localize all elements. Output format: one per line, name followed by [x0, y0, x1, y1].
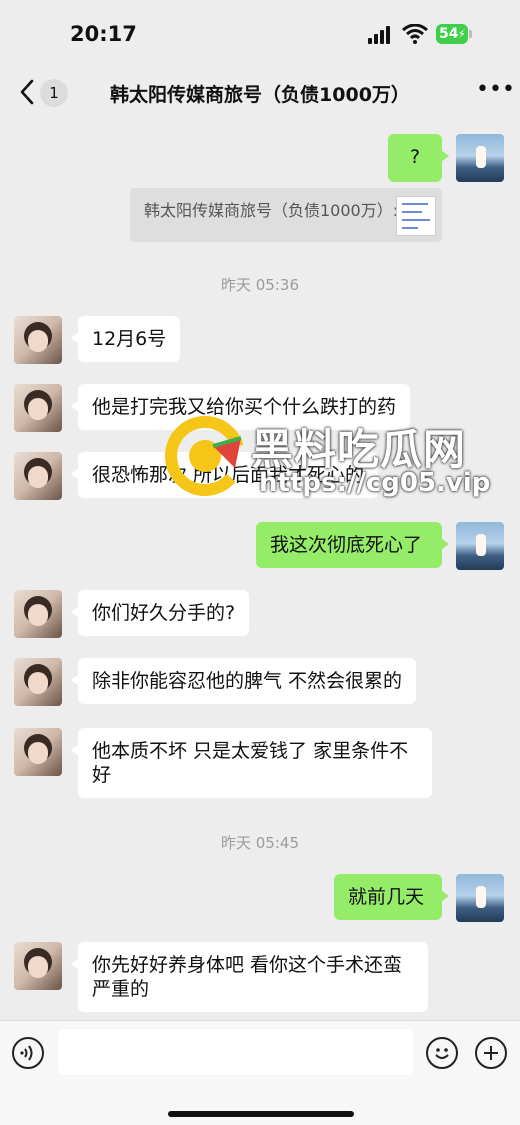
- message-list[interactable]: ? 韩太阳传媒商旅号（负债1000万）: 昨天 05:36 12月6号 他是打完…: [0, 118, 520, 1020]
- quoted-image-thumbnail[interactable]: [396, 196, 436, 236]
- outgoing-message[interactable]: 我这次彻底死心了: [256, 522, 449, 568]
- outgoing-message[interactable]: ?: [388, 134, 449, 182]
- message-text: ?: [409, 146, 421, 168]
- timestamp: 昨天 05:36: [221, 276, 299, 294]
- battery-level: 54: [439, 26, 459, 42]
- contact-avatar[interactable]: [14, 316, 62, 364]
- back-arrow-icon[interactable]: [16, 78, 40, 106]
- incoming-message[interactable]: 你们好久分手的?: [70, 590, 250, 636]
- contact-avatar[interactable]: [14, 452, 62, 500]
- cellular-signal-icon: [368, 26, 394, 44]
- contact-avatar[interactable]: [14, 590, 62, 638]
- message-text: 除非你能容忍他的脾气 不然会很累的: [92, 670, 403, 692]
- message-text: 你们好久分手的?: [92, 602, 236, 624]
- message-text: 就前几天: [348, 886, 425, 908]
- unread-count-badge[interactable]: 1: [40, 79, 68, 107]
- message-input[interactable]: [58, 1029, 413, 1075]
- incoming-message[interactable]: 他本质不坏 只是太爱钱了 家里条件不好: [71, 728, 432, 798]
- home-indicator: [168, 1111, 354, 1117]
- self-avatar[interactable]: [456, 134, 504, 182]
- self-avatar[interactable]: [456, 874, 504, 922]
- incoming-message[interactable]: 12月6号: [70, 316, 181, 362]
- incoming-message[interactable]: 除非你能容忍他的脾气 不然会很累的: [70, 658, 417, 704]
- contact-avatar[interactable]: [14, 728, 62, 776]
- contact-avatar[interactable]: [14, 384, 62, 432]
- chat-header: 1 韩太阳传媒商旅号（负债1000万） •••: [0, 70, 520, 118]
- message-text: 他本质不坏 只是太爱钱了 家里条件不好: [92, 740, 409, 786]
- emoji-icon[interactable]: [426, 1037, 458, 1069]
- watermark-url: https://cg05.vip: [259, 468, 491, 498]
- add-attachment-icon[interactable]: [475, 1037, 507, 1069]
- timestamp: 昨天 05:45: [221, 834, 299, 852]
- quoted-message[interactable]: 韩太阳传媒商旅号（负债1000万）:: [130, 188, 442, 242]
- outgoing-message[interactable]: 就前几天: [334, 874, 449, 920]
- self-avatar[interactable]: [456, 522, 504, 570]
- input-bar: [0, 1020, 520, 1125]
- watermark-logo-icon: [165, 416, 245, 496]
- status-time: 20:17: [70, 22, 137, 46]
- more-options-icon[interactable]: •••: [476, 78, 515, 102]
- chat-title: 韩太阳传媒商旅号（负债1000万）: [110, 84, 410, 106]
- message-text: 我这次彻底死心了: [270, 534, 423, 556]
- voice-input-icon[interactable]: [12, 1037, 44, 1069]
- wifi-icon: [402, 24, 428, 44]
- watermark: 黑料吃瓜网 https://cg05.vip: [165, 408, 495, 508]
- quoted-text: 韩太阳传媒商旅号（负债1000万）:: [144, 201, 399, 220]
- contact-avatar[interactable]: [14, 942, 62, 990]
- battery-icon: 54 ⚡: [436, 24, 468, 44]
- message-text: 12月6号: [92, 328, 167, 350]
- incoming-message[interactable]: 你先好好养身体吧 看你这个手术还蛮严重的: [71, 942, 428, 1012]
- status-bar: 20:17 54 ⚡: [0, 0, 520, 70]
- message-text: 你先好好养身体吧 看你这个手术还蛮严重的: [92, 954, 403, 1000]
- contact-avatar[interactable]: [14, 658, 62, 706]
